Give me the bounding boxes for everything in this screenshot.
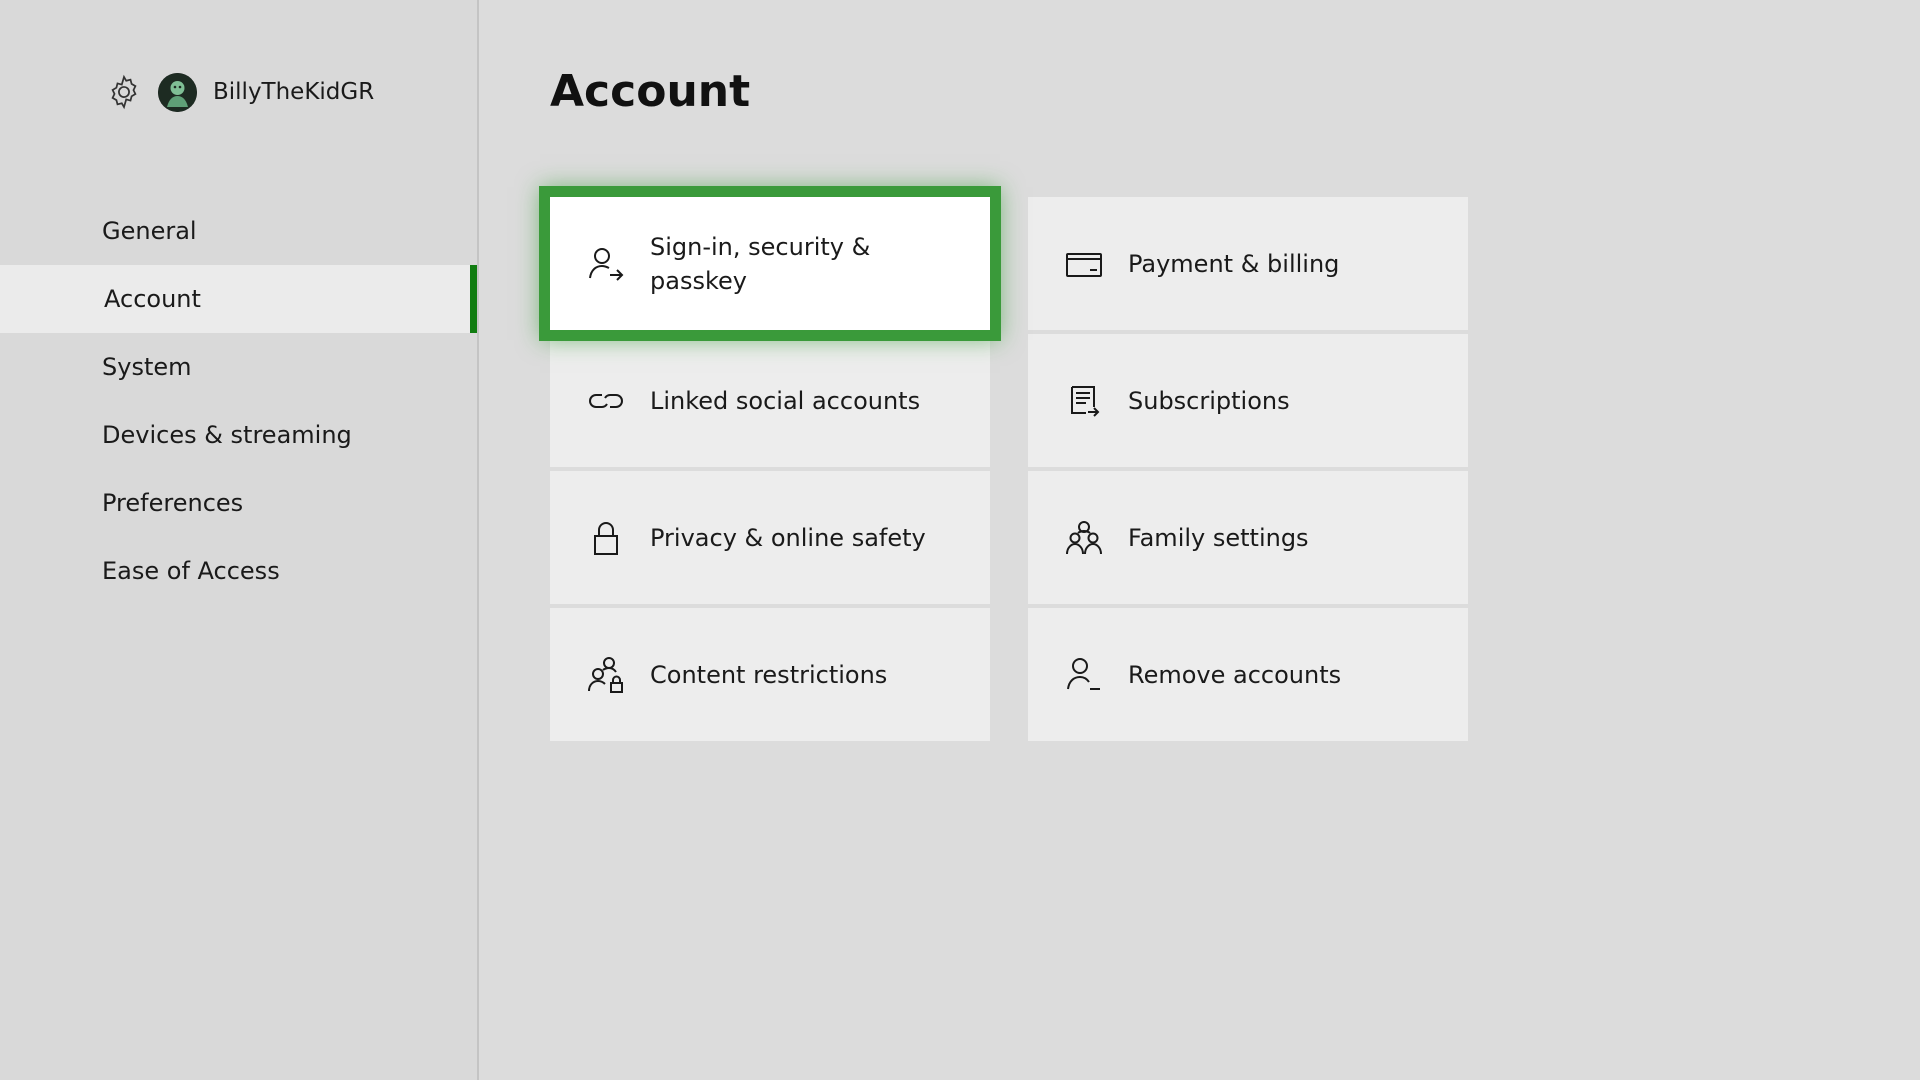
tile-label: Subscriptions	[1128, 386, 1290, 415]
family-icon	[1064, 518, 1104, 558]
nav-item-preferences[interactable]: Preferences	[0, 469, 477, 537]
person-arrow-icon	[586, 244, 626, 284]
credit-card-icon	[1064, 244, 1104, 284]
tile-label: Payment & billing	[1128, 249, 1340, 278]
tile-privacy-online-safety[interactable]: Privacy & online safety	[550, 471, 990, 604]
people-lock-icon	[586, 655, 626, 695]
nav-item-account[interactable]: Account	[0, 265, 477, 333]
tile-label: Remove accounts	[1128, 660, 1342, 689]
nav-item-label: System	[102, 353, 192, 381]
profile-header: BillyTheKidGR	[104, 72, 374, 112]
tile-subscriptions[interactable]: Subscriptions	[1028, 334, 1468, 467]
tile-sign-in-security[interactable]: Sign-in, security & passkey	[539, 186, 1001, 341]
tile-linked-social-accounts[interactable]: Linked social accounts	[550, 334, 990, 467]
nav-item-label: Account	[104, 285, 201, 313]
tile-remove-accounts[interactable]: Remove accounts	[1028, 608, 1468, 741]
person-remove-icon	[1064, 655, 1104, 695]
username: BillyTheKidGR	[213, 79, 375, 105]
nav-item-devices-streaming[interactable]: Devices & streaming	[0, 401, 477, 469]
subscriptions-icon	[1064, 381, 1104, 421]
tile-label: Content restrictions	[650, 660, 888, 689]
account-options-grid: Sign-in, security & passkey Payment & bi…	[539, 186, 1468, 741]
gear-icon[interactable]	[104, 72, 144, 112]
tile-label: Sign-in, security & passkey	[650, 232, 871, 295]
nav-item-label: Preferences	[102, 489, 244, 517]
page-title: Account	[550, 66, 751, 117]
tile-content-restrictions[interactable]: Content restrictions	[550, 608, 990, 741]
lock-icon	[586, 518, 626, 558]
tile-payment-billing[interactable]: Payment & billing	[1028, 197, 1468, 330]
nav-item-ease-of-access[interactable]: Ease of Access	[0, 537, 477, 605]
avatar[interactable]	[158, 72, 197, 112]
tile-label: Family settings	[1128, 523, 1309, 552]
nav-item-label: General	[102, 217, 197, 245]
nav-item-general[interactable]: General	[0, 197, 477, 265]
nav-item-label: Ease of Access	[102, 557, 280, 585]
sidebar: BillyTheKidGR General Account System Dev…	[0, 0, 479, 1080]
link-icon	[586, 381, 626, 421]
tile-family-settings[interactable]: Family settings	[1028, 471, 1468, 604]
tile-label: Privacy & online safety	[650, 523, 926, 552]
nav-item-label: Devices & streaming	[102, 421, 352, 449]
settings-nav: General Account System Devices & streami…	[0, 197, 477, 605]
tile-label: Linked social accounts	[650, 386, 921, 415]
nav-item-system[interactable]: System	[0, 333, 477, 401]
